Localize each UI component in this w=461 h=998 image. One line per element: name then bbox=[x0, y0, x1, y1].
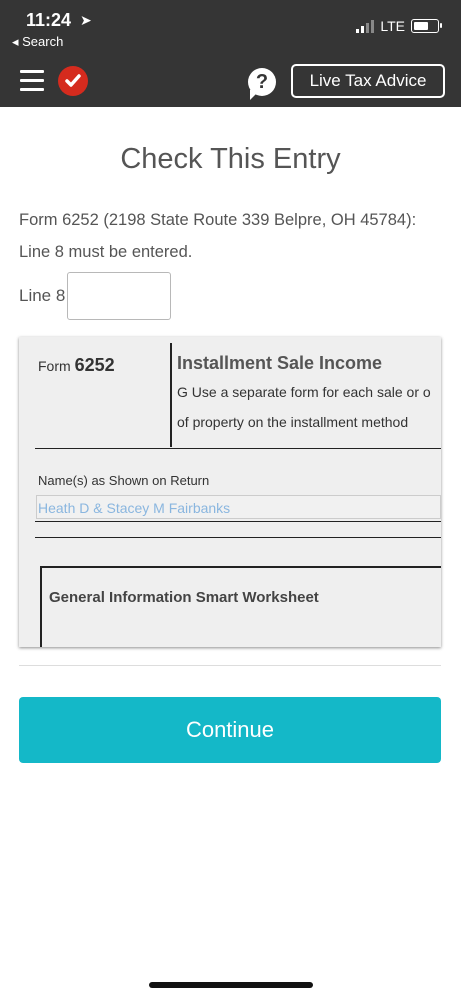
form-title: Installment Sale Income bbox=[177, 353, 383, 373]
form-number: Form 6252 bbox=[38, 355, 115, 376]
continue-button[interactable]: Continue bbox=[19, 697, 441, 763]
back-to-search-link[interactable]: ◂ Search bbox=[12, 34, 63, 50]
form-divider-vertical bbox=[170, 343, 172, 447]
top-bar: 11:24 ➤ ◂ Search LTE ? Live Tax Advice bbox=[0, 0, 461, 107]
section-divider bbox=[19, 665, 441, 666]
live-tax-advice-button[interactable]: Live Tax Advice bbox=[291, 64, 445, 98]
line8-label: Line 8 bbox=[19, 286, 66, 305]
status-indicators: LTE bbox=[356, 18, 442, 34]
line8-input[interactable] bbox=[67, 272, 171, 320]
error-message: Form 6252 (2198 State Route 339 Belpre, … bbox=[19, 211, 417, 261]
signal-icon bbox=[356, 19, 375, 33]
form-prefix: Form bbox=[38, 358, 71, 374]
network-label: LTE bbox=[380, 18, 405, 34]
form-divider bbox=[35, 537, 441, 538]
form-instruction-line-1: G Use a separate form for each sale or o bbox=[177, 384, 431, 400]
home-indicator[interactable] bbox=[149, 982, 313, 988]
menu-icon[interactable] bbox=[20, 70, 44, 97]
form-number-value: 6252 bbox=[74, 355, 115, 375]
form-preview: Form 6252 Installment Sale Income G Use … bbox=[19, 337, 441, 647]
form-instruction-line-2: of property on the installment method bbox=[177, 414, 409, 430]
names-value: Heath D & Stacey M Fairbanks bbox=[38, 500, 231, 516]
turbotax-logo-icon bbox=[58, 66, 88, 96]
form-divider bbox=[35, 521, 441, 522]
help-icon[interactable]: ? bbox=[248, 68, 276, 100]
status-time: 11:24 bbox=[26, 10, 72, 30]
worksheet-box bbox=[40, 566, 441, 647]
battery-icon bbox=[411, 19, 442, 33]
names-label: Name(s) as Shown on Return bbox=[38, 473, 210, 488]
page-title: Check This Entry bbox=[120, 143, 341, 175]
form-divider bbox=[35, 448, 441, 449]
location-arrow-icon: ➤ bbox=[80, 12, 92, 28]
worksheet-title: General Information Smart Worksheet bbox=[49, 589, 319, 606]
